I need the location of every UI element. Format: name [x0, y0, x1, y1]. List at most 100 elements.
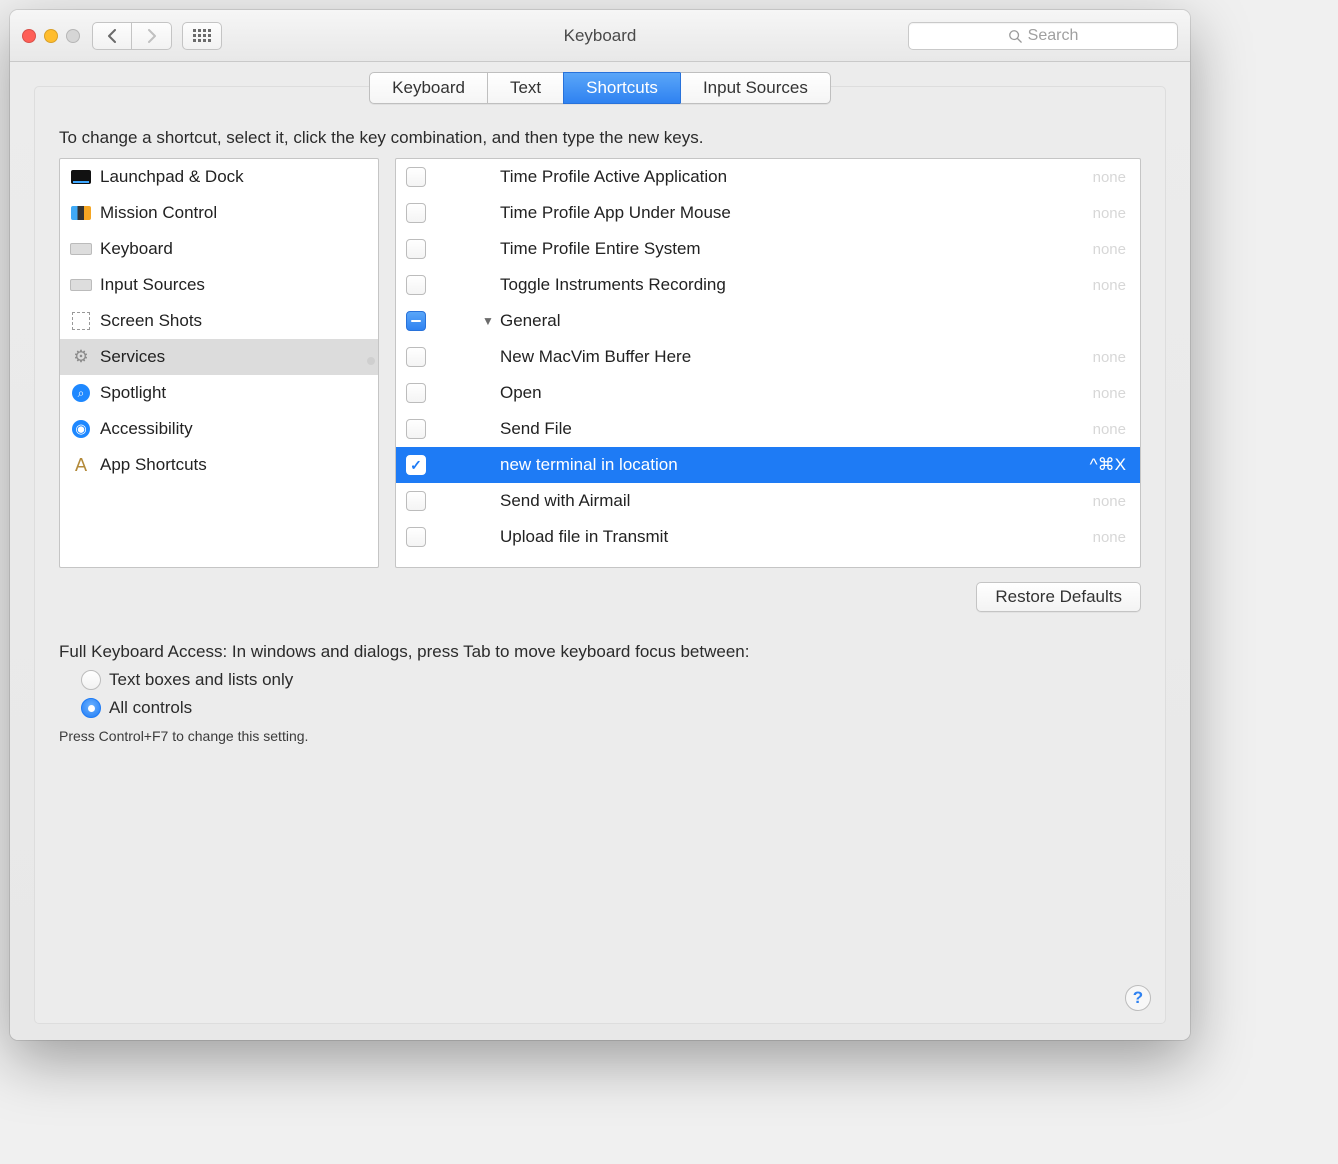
service-label: New MacVim Buffer Here: [500, 347, 1083, 367]
scroll-indicator: [367, 357, 375, 365]
service-item[interactable]: New MacVim Buffer Here none: [396, 339, 1140, 375]
chevron-left-icon: [107, 29, 117, 43]
service-item[interactable]: Time Profile Entire System none: [396, 231, 1140, 267]
checkbox[interactable]: [406, 419, 426, 439]
radio-all-controls[interactable]: All controls: [59, 698, 1141, 718]
search-field[interactable]: Search: [908, 22, 1178, 50]
shortcut-none: none: [1093, 385, 1126, 402]
category-list[interactable]: Launchpad & Dock Mission Control Keyboard I…: [59, 158, 379, 568]
gear-icon: ⚙︎: [70, 346, 92, 368]
app-icon: 𝖠: [70, 454, 92, 476]
shortcut-none: none: [1093, 529, 1126, 546]
service-label: Open: [500, 383, 1083, 403]
checkbox[interactable]: [406, 527, 426, 547]
accessibility-icon: ◉: [70, 418, 92, 440]
service-group-general[interactable]: ▼ General: [396, 303, 1140, 339]
service-item[interactable]: Send File none: [396, 411, 1140, 447]
back-button[interactable]: [92, 22, 132, 50]
launchpad-icon: [70, 166, 92, 188]
category-label: App Shortcuts: [100, 455, 207, 475]
help-button[interactable]: ?: [1125, 985, 1151, 1011]
traffic-lights: [22, 29, 80, 43]
service-item[interactable]: Open none: [396, 375, 1140, 411]
service-label: Toggle Instruments Recording: [500, 275, 1083, 295]
radio-label: All controls: [109, 698, 192, 718]
close-window-button[interactable]: [22, 29, 36, 43]
group-label: General: [500, 311, 1126, 331]
service-item[interactable]: new terminal in location^⌘X: [396, 447, 1140, 483]
radio-label: Text boxes and lists only: [109, 670, 293, 690]
category-label: Screen Shots: [100, 311, 202, 331]
checkbox[interactable]: [406, 383, 426, 403]
checkbox[interactable]: [406, 347, 426, 367]
shortcut-none: none: [1093, 205, 1126, 222]
category-input-sources[interactable]: Input Sources: [60, 267, 378, 303]
search-placeholder: Search: [1028, 27, 1079, 45]
keyboard-icon: [70, 238, 92, 260]
keyboard-icon: [70, 274, 92, 296]
service-item[interactable]: Time Profile Active Applicationnone: [396, 159, 1140, 195]
minimize-window-button[interactable]: [44, 29, 58, 43]
restore-row: Restore Defaults: [35, 568, 1165, 612]
tab-keyboard[interactable]: Keyboard: [369, 72, 487, 104]
service-item[interactable]: Send with Airmail none: [396, 483, 1140, 519]
radio-text-boxes-only[interactable]: Text boxes and lists only: [59, 670, 1141, 690]
fka-heading: Full Keyboard Access: In windows and dia…: [59, 642, 1141, 662]
radio-icon: [81, 670, 101, 690]
service-label: Send File: [500, 419, 1083, 439]
show-all-button[interactable]: [182, 22, 222, 50]
search-icon: [1008, 29, 1022, 43]
service-item[interactable]: Toggle Instruments Recording none: [396, 267, 1140, 303]
titlebar: Keyboard Search: [10, 10, 1190, 62]
category-screen-shots[interactable]: Screen Shots: [60, 303, 378, 339]
shortcut-none: none: [1093, 493, 1126, 510]
service-label: Time Profile Entire System: [500, 239, 1083, 259]
spotlight-icon: ⌕: [70, 382, 92, 404]
category-label: Accessibility: [100, 419, 193, 439]
mission-control-icon: [70, 202, 92, 224]
checkbox[interactable]: [406, 167, 426, 187]
category-label: Keyboard: [100, 239, 173, 259]
prefs-window: Keyboard Search KeyboardTextShortcutsInp…: [10, 10, 1190, 1040]
category-mission-control[interactable]: Mission Control: [60, 195, 378, 231]
shortcut-none: none: [1093, 169, 1126, 186]
service-list[interactable]: Time Profile Active ApplicationnoneTime …: [395, 158, 1141, 568]
instruction-text: To change a shortcut, select it, click t…: [35, 128, 1165, 158]
checkbox[interactable]: [406, 203, 426, 223]
shortcut-none: none: [1093, 349, 1126, 366]
checkbox[interactable]: [406, 455, 426, 475]
category-label: Mission Control: [100, 203, 217, 223]
category-launchpad-dock[interactable]: Launchpad & Dock: [60, 159, 378, 195]
tab-input-sources[interactable]: Input Sources: [680, 72, 831, 104]
checkbox[interactable]: [406, 311, 426, 331]
checkbox[interactable]: [406, 239, 426, 259]
chevron-right-icon: [147, 29, 157, 43]
service-item[interactable]: Time Profile App Under Mousenone: [396, 195, 1140, 231]
category-spotlight[interactable]: ⌕ Spotlight: [60, 375, 378, 411]
shortcut-none: none: [1093, 421, 1126, 438]
checkbox[interactable]: [406, 275, 426, 295]
category-label: Spotlight: [100, 383, 166, 403]
nav-group: [92, 22, 172, 50]
category-accessibility[interactable]: ◉ Accessibility: [60, 411, 378, 447]
category-label: Launchpad & Dock: [100, 167, 244, 187]
forward-button[interactable]: [132, 22, 172, 50]
inner-panel: KeyboardTextShortcutsInput Sources To ch…: [34, 86, 1166, 1024]
disclosure-triangle-icon[interactable]: ▼: [482, 314, 496, 328]
category-keyboard[interactable]: Keyboard: [60, 231, 378, 267]
zoom-window-button[interactable]: [66, 29, 80, 43]
service-item[interactable]: Upload file in Transmitnone: [396, 519, 1140, 555]
restore-defaults-button[interactable]: Restore Defaults: [976, 582, 1141, 612]
tab-text[interactable]: Text: [487, 72, 563, 104]
category-services[interactable]: ⚙︎Services: [60, 339, 378, 375]
checkbox[interactable]: [406, 491, 426, 511]
shortcut-none: none: [1093, 277, 1126, 294]
service-label: Send with Airmail: [500, 491, 1083, 511]
columns: Launchpad & Dock Mission Control Keyboard I…: [35, 158, 1165, 568]
category-label: Input Sources: [100, 275, 205, 295]
service-label: new terminal in location: [500, 455, 1080, 475]
shortcut-none: none: [1093, 241, 1126, 258]
grid-icon: [193, 29, 211, 42]
tab-shortcuts[interactable]: Shortcuts: [563, 72, 680, 104]
category-app-shortcuts[interactable]: 𝖠 App Shortcuts: [60, 447, 378, 483]
